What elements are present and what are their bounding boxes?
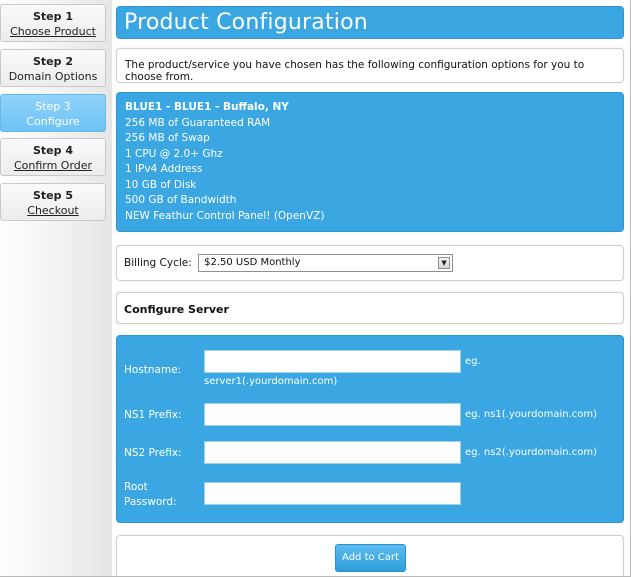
hostname-label: Hostname: <box>124 364 182 376</box>
page-frame: Step 1 Choose Product Step 2 Domain Opti… <box>0 0 631 577</box>
step-number: Step 5 <box>33 189 73 202</box>
configure-server-header: Configure Server <box>116 292 624 324</box>
step-number: Step 3 <box>35 100 71 113</box>
feature-cpu: 1 CPU @ 2.0+ Ghz <box>125 147 223 160</box>
ns1-prefix-input[interactable] <box>204 403 461 426</box>
step-4-confirm-order[interactable]: Step 4 Confirm Order <box>0 138 106 176</box>
billing-cycle-panel: Billing Cycle: $2.50 USD Monthly ▼ <box>116 245 624 281</box>
root-password-label-line2: Password: <box>124 496 177 508</box>
step-1-choose-product[interactable]: Step 1 Choose Product <box>0 4 106 42</box>
root-password-input[interactable] <box>204 482 461 505</box>
configure-server-heading: Configure Server <box>124 303 229 316</box>
billing-cycle-label: Billing Cycle: <box>124 257 192 269</box>
ns1-help: eg. ns1(.yourdomain.com) <box>465 409 598 420</box>
step-label: Configure <box>26 115 80 128</box>
feature-control-panel: NEW Feathur Control Panel! (OpenVZ) <box>125 209 325 222</box>
step-3-configure-active: Step 3 Configure <box>0 94 106 132</box>
title-panel: Product Configuration <box>116 6 624 39</box>
step-5-checkout[interactable]: Step 5 Checkout <box>0 183 106 221</box>
ns2-prefix-label: NS2 Prefix: <box>124 447 182 459</box>
intro-text: The product/service you have chosen has … <box>125 59 585 83</box>
root-password-label-line1: Root <box>124 481 148 493</box>
step-link[interactable]: Confirm Order <box>1 158 105 173</box>
feature-disk: 10 GB of Disk <box>125 178 197 191</box>
step-number: Step 4 <box>33 144 73 157</box>
feature-ipv4: 1 IPv4 Address <box>125 163 203 175</box>
ns1-prefix-label: NS1 Prefix: <box>124 409 182 421</box>
feature-ram: 256 MB of Guaranteed RAM <box>125 116 271 129</box>
configure-server-form: Hostname: eg. server1(.yourdomain.com) N… <box>116 335 624 523</box>
feature-bandwidth: 500 GB of Bandwidth <box>125 194 237 206</box>
order-steps-sidebar: Step 1 Choose Product Step 2 Domain Opti… <box>0 0 112 576</box>
step-label: Domain Options <box>8 70 98 83</box>
page-title: Product Configuration <box>124 10 368 35</box>
feature-swap: 256 MB of Swap <box>125 132 210 144</box>
hostname-help-example: server1(.yourdomain.com) <box>204 376 338 387</box>
product-details-panel: BLUE1 - BLUE1 - Buffalo, NY 256 MB of Gu… <box>116 92 624 232</box>
intro-panel: The product/service you have chosen has … <box>116 48 624 83</box>
product-name: BLUE1 - BLUE1 - Buffalo, NY <box>125 101 289 113</box>
hostname-help: eg. <box>465 356 481 367</box>
step-2-domain-options[interactable]: Step 2 Domain Options <box>0 49 106 87</box>
billing-cycle-select[interactable]: $2.50 USD Monthly ▼ <box>198 254 454 272</box>
hostname-input[interactable] <box>204 350 461 373</box>
add-to-cart-button[interactable]: Add to Cart <box>335 544 406 572</box>
step-number: Step 1 <box>33 10 73 23</box>
ns2-help: eg. ns2(.yourdomain.com) <box>465 447 598 458</box>
cart-panel: Add to Cart <box>116 535 624 576</box>
step-link[interactable]: Checkout <box>1 203 105 218</box>
step-link[interactable]: Choose Product <box>1 24 105 39</box>
dropdown-arrow-icon[interactable]: ▼ <box>438 257 451 269</box>
ns2-prefix-input[interactable] <box>204 441 461 464</box>
step-number: Step 2 <box>33 55 73 68</box>
billing-cycle-value: $2.50 USD Monthly <box>204 257 301 268</box>
